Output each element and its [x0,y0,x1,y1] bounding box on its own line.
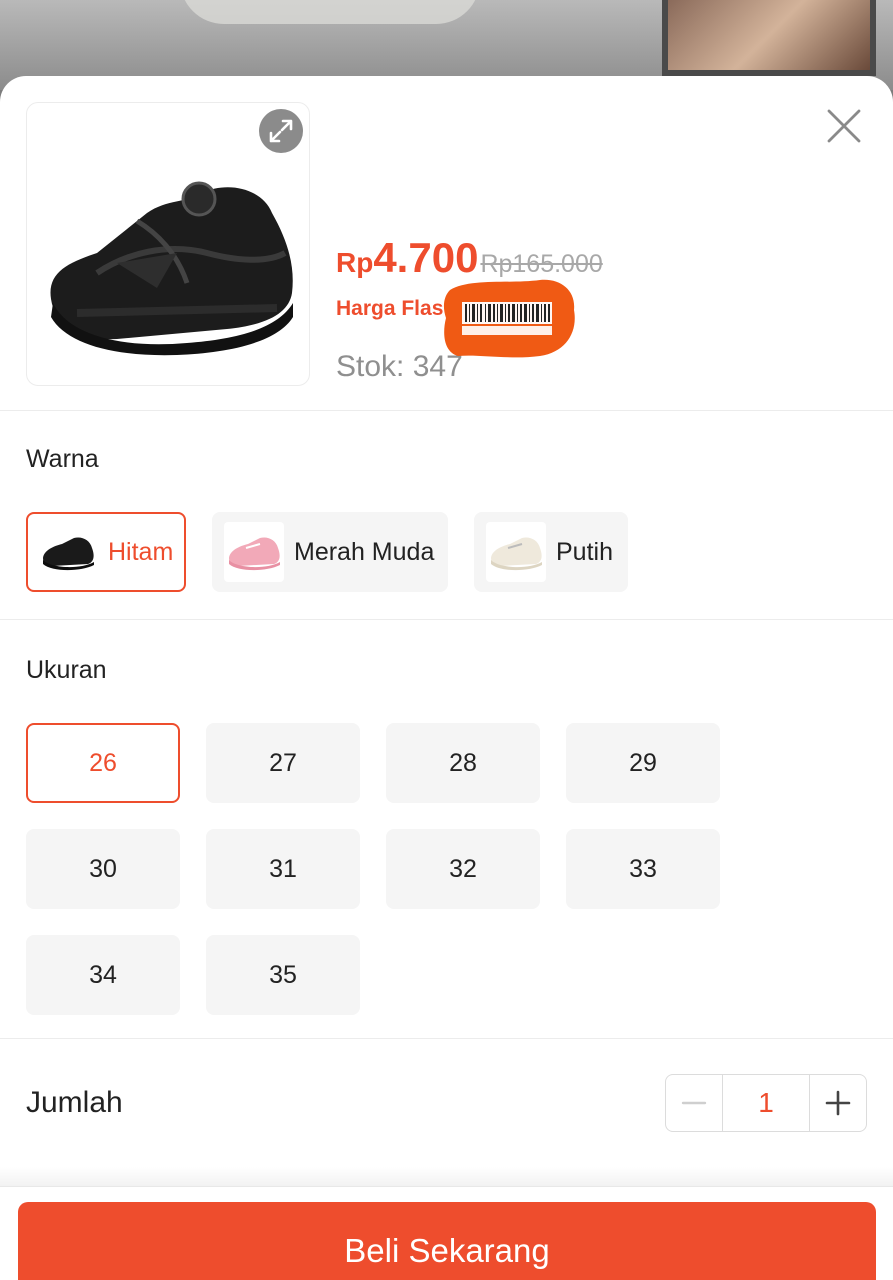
price-currency: Rp [336,247,374,278]
black-sneaker-thumbnail [43,537,94,571]
color-option-label: Putih [556,537,613,566]
color-option-label: Hitam [108,537,174,566]
background-shoe-image [180,0,480,24]
promo-stamp-graphic [443,279,575,358]
size-option-33[interactable]: 33 [566,829,720,909]
close-button[interactable] [822,104,866,148]
quantity-stepper: 1 [665,1074,867,1132]
size-option-28[interactable]: 28 [386,723,540,803]
quantity-row: Jumlah 1 [0,1039,893,1167]
promo-stamp [440,276,578,360]
size-options: 26 27 28 29 30 31 32 33 34 35 [26,723,867,1015]
white-sneaker-thumbnail [491,537,542,571]
size-option-31[interactable]: 31 [206,829,360,909]
size-section: Ukuran 26 27 28 29 30 31 32 33 34 35 [0,620,893,1038]
decrease-quantity-button[interactable] [666,1075,722,1131]
color-option-putih[interactable]: Putih [474,512,628,592]
minus-icon [681,1101,707,1105]
footer-separator [0,1167,893,1187]
size-option-30[interactable]: 30 [26,829,180,909]
quantity-value[interactable]: 1 [722,1075,810,1131]
buy-now-button[interactable]: Beli Sekarang [18,1202,876,1280]
product-header: Rp 4.700 Rp165.000 Harga Flas Stok: 347 [0,76,893,410]
original-price: Rp165.000 [480,250,603,278]
size-option-32[interactable]: 32 [386,829,540,909]
size-option-26[interactable]: 26 [26,723,180,803]
product-image[interactable] [26,102,310,386]
color-option-label: Merah Muda [294,537,435,566]
size-option-35[interactable]: 35 [206,935,360,1015]
size-option-34[interactable]: 34 [26,935,180,1015]
close-icon [827,109,861,143]
color-thumbnail [38,522,98,582]
color-option-hitam[interactable]: Hitam [26,512,186,592]
color-thumbnail [486,522,546,582]
flash-sale-label: Harga Flas [336,297,444,320]
background-thumbnail [662,0,876,76]
plus-icon [825,1090,851,1116]
buy-now-label: Beli Sekarang [344,1232,550,1269]
color-section: Warna Hitam Merah Muda Putih [0,411,893,619]
price-row: Rp 4.700 Rp165.000 [336,234,603,282]
size-option-27[interactable]: 27 [206,723,360,803]
quantity-label: Jumlah [26,1086,123,1119]
variant-selection-sheet: Rp 4.700 Rp165.000 Harga Flas Stok: 347 [0,76,893,1280]
price-value: 4.700 [373,234,479,281]
pink-sneaker-thumbnail [229,537,280,571]
size-option-29[interactable]: 29 [566,723,720,803]
color-section-title: Warna [26,445,99,473]
expand-icon [269,119,293,143]
size-section-title: Ukuran [26,656,107,684]
color-option-merah-muda[interactable]: Merah Muda [212,512,448,592]
increase-quantity-button[interactable] [810,1075,866,1131]
expand-image-button[interactable] [259,109,303,153]
color-thumbnail [224,522,284,582]
color-options: Hitam Merah Muda Putih [26,512,867,592]
